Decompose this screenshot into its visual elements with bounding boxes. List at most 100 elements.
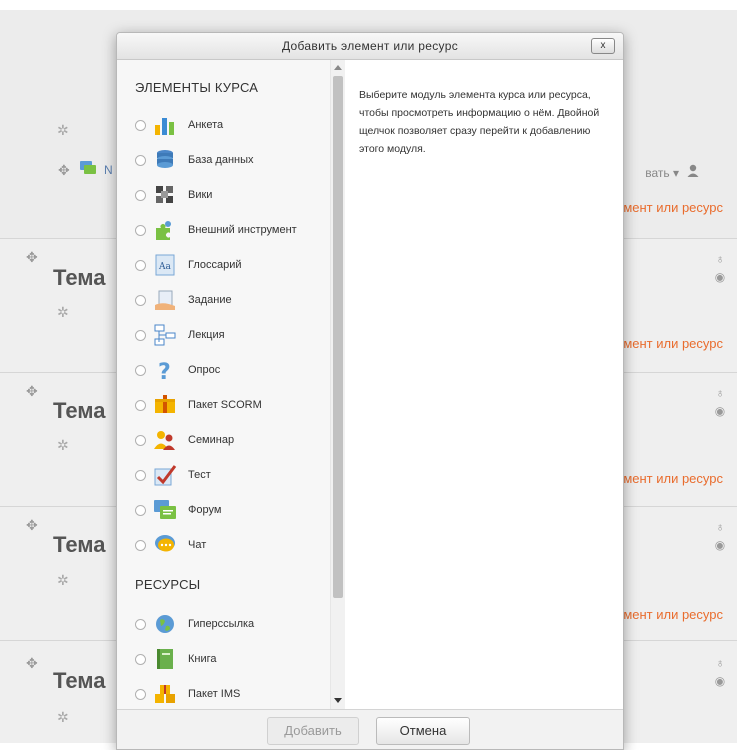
option-workshop[interactable]: Семинар: [131, 427, 326, 455]
option-external-tool[interactable]: Внешний инструмент: [131, 217, 326, 245]
topic-title[interactable]: Тема: [53, 668, 106, 694]
option-label: Семинар: [188, 434, 235, 446]
radio-button[interactable]: [135, 225, 146, 236]
lesson-icon: [153, 323, 177, 347]
eye-icon[interactable]: ◉: [713, 270, 727, 284]
eye-icon[interactable]: ◉: [713, 538, 727, 552]
option-label: Тест: [188, 469, 211, 481]
option-quiz[interactable]: Тест: [131, 462, 326, 490]
cancel-button[interactable]: Отмена: [376, 717, 470, 745]
option-glossary[interactable]: Aa Глоссарий: [131, 252, 326, 280]
glossary-icon: Aa: [153, 253, 177, 277]
option-wiki[interactable]: Вики: [131, 182, 326, 210]
radio-button[interactable]: [135, 435, 146, 446]
forum-icon: [153, 498, 177, 522]
radio-button[interactable]: [135, 260, 146, 271]
scroll-thumb[interactable]: [333, 76, 343, 598]
radio-button[interactable]: [135, 619, 146, 630]
add-activity-link[interactable]: мент или ресурс: [623, 336, 723, 351]
question-icon: ?: [153, 358, 177, 385]
option-chat[interactable]: Чат: [131, 532, 326, 560]
person-icon[interactable]: [687, 164, 699, 178]
option-lesson[interactable]: Лекция: [131, 322, 326, 350]
radio-button[interactable]: [135, 505, 146, 516]
radio-button[interactable]: [135, 295, 146, 306]
dialog-footer: Добавить Отмена: [117, 709, 623, 749]
option-ims-package[interactable]: Пакет IMS: [131, 681, 326, 709]
topic-title[interactable]: Тема: [53, 398, 106, 424]
radio-button[interactable]: [135, 120, 146, 131]
option-forum[interactable]: Форум: [131, 497, 326, 525]
gear-icon[interactable]: ✲: [57, 573, 71, 587]
option-label: Задание: [188, 294, 232, 306]
topic-title[interactable]: Тема: [53, 532, 106, 558]
radio-button[interactable]: [135, 470, 146, 481]
resources-section-title: РЕСУРСЫ: [135, 577, 201, 592]
lightbulb-icon[interactable]: ♁: [713, 252, 727, 266]
edit-menu-fragment[interactable]: вать ▾: [645, 166, 679, 180]
options-scrollbar[interactable]: [330, 60, 345, 709]
add-activity-link[interactable]: мент или ресурс: [623, 200, 723, 215]
option-label: Чат: [188, 539, 207, 551]
gear-icon[interactable]: ✲: [57, 305, 71, 319]
ims-package-icon: [153, 682, 177, 706]
option-label: Лекция: [188, 329, 225, 341]
puzzle-icon: [153, 218, 177, 242]
dialog-title: Добавить элемент или ресурс: [281, 39, 458, 53]
wiki-icon: [153, 183, 177, 207]
forum-icon: [79, 160, 97, 176]
move-icon[interactable]: ✥: [26, 384, 40, 398]
lightbulb-icon[interactable]: ♁: [713, 656, 727, 670]
move-icon[interactable]: ✥: [26, 518, 40, 532]
add-activity-link[interactable]: мент или ресурс: [623, 471, 723, 486]
gear-icon[interactable]: ✲: [57, 710, 71, 724]
scroll-up-arrow-icon[interactable]: [334, 65, 342, 70]
option-book[interactable]: Книга: [131, 646, 326, 674]
radio-button[interactable]: [135, 689, 146, 700]
option-database[interactable]: База данных: [131, 147, 326, 175]
database-icon: [153, 148, 177, 172]
close-button[interactable]: x: [591, 38, 615, 54]
option-label: Форум: [188, 504, 222, 516]
option-label: Книга: [188, 653, 217, 665]
option-feedback[interactable]: Анкета: [131, 112, 326, 140]
radio-button[interactable]: [135, 540, 146, 551]
url-icon: [153, 612, 177, 636]
chat-icon: [153, 533, 177, 557]
option-label: Анкета: [188, 119, 224, 131]
eye-icon[interactable]: ◉: [713, 674, 727, 688]
radio-button[interactable]: [135, 155, 146, 166]
page-top-strip: [0, 0, 737, 10]
option-assignment[interactable]: Задание: [131, 287, 326, 315]
add-activity-link[interactable]: мент или ресурс: [623, 607, 723, 622]
option-label: Глоссарий: [188, 259, 242, 271]
activities-section-title: ЭЛЕМЕНТЫ КУРСА: [135, 80, 259, 95]
radio-button[interactable]: [135, 365, 146, 376]
move-icon[interactable]: ✥: [26, 656, 40, 670]
gear-icon[interactable]: ✲: [57, 123, 71, 137]
assignment-icon: [153, 288, 177, 312]
scroll-down-arrow-icon[interactable]: [334, 698, 342, 703]
move-icon[interactable]: ✥: [58, 163, 72, 177]
add-activity-dialog: Добавить элемент или ресурс x ЭЛЕМЕНТЫ К…: [116, 32, 624, 750]
top-item-fragment[interactable]: N: [104, 163, 113, 177]
radio-button[interactable]: [135, 330, 146, 341]
feedback-icon: [153, 113, 177, 137]
option-url[interactable]: Гиперссылка: [131, 611, 326, 639]
radio-button[interactable]: [135, 190, 146, 201]
eye-icon[interactable]: ◉: [713, 404, 727, 418]
gear-icon[interactable]: ✲: [57, 438, 71, 452]
option-scorm[interactable]: Пакет SCORM: [131, 392, 326, 420]
topic-title[interactable]: Тема: [53, 265, 106, 291]
radio-button[interactable]: [135, 654, 146, 665]
move-icon[interactable]: ✥: [26, 250, 40, 264]
module-info-text: Выберите модуль элемента курса или ресур…: [359, 89, 600, 155]
module-info-pane: Выберите модуль элемента курса или ресур…: [345, 60, 623, 709]
lightbulb-icon[interactable]: ♁: [713, 386, 727, 400]
option-choice[interactable]: ? Опрос: [131, 357, 326, 385]
radio-button[interactable]: [135, 400, 146, 411]
lightbulb-icon[interactable]: ♁: [713, 520, 727, 534]
quiz-icon: [153, 463, 177, 487]
module-options-list: ЭЛЕМЕНТЫ КУРСА Анкета База данных Вики В…: [117, 60, 330, 709]
add-button[interactable]: Добавить: [267, 717, 359, 745]
